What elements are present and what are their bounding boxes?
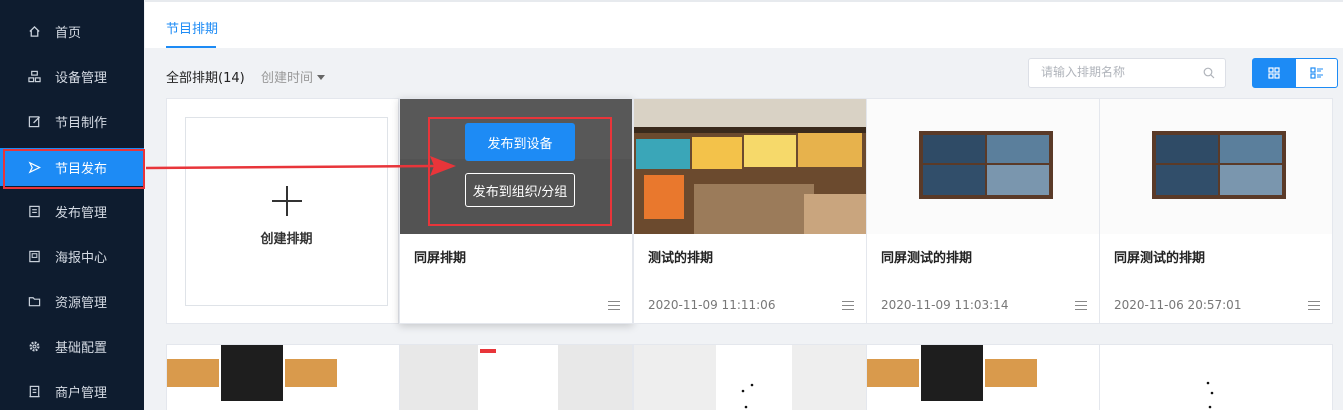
sidebar-item-label: 首页 xyxy=(55,25,82,41)
publish-to-group-button[interactable]: 发布到组织/分组 xyxy=(465,173,575,207)
create-schedule-box[interactable]: 创建排期 xyxy=(185,117,388,306)
schedule-thumbnail xyxy=(1100,99,1332,234)
sidebar-item-label: 设备管理 xyxy=(55,70,108,86)
schedule-card[interactable]: 测试的排期 2020-11-09 11:11:06 xyxy=(633,98,867,324)
gear-icon xyxy=(27,339,41,353)
sidebar-item-label: 资源管理 xyxy=(55,295,108,311)
schedule-title: 测试的排期 xyxy=(648,251,714,266)
tab-program-schedule[interactable]: 节目排期 xyxy=(166,18,218,37)
sidebar-item-publish-manage[interactable]: 发布管理 xyxy=(0,192,144,230)
schedule-date: 2020-11-06 20:57:01 xyxy=(1114,298,1242,312)
schedule-title: 同屏排期 xyxy=(414,251,467,266)
schedule-card[interactable]: 发布到设备 发布到组织/分组 同屏排期 xyxy=(399,98,633,324)
sidebar-item-home[interactable]: 首页 xyxy=(0,12,144,50)
schedule-card[interactable] xyxy=(1099,344,1333,410)
sidebar-item-resources[interactable]: 资源管理 xyxy=(0,282,144,320)
schedule-card[interactable] xyxy=(399,344,633,410)
sort-dropdown[interactable]: 创建时间 xyxy=(261,67,326,86)
caret-down-icon xyxy=(317,75,326,80)
grid-icon xyxy=(1267,67,1280,79)
folder-icon xyxy=(27,294,41,308)
merchant-icon xyxy=(27,384,41,398)
schedule-card[interactable] xyxy=(866,344,1100,410)
menu-icon[interactable] xyxy=(608,301,620,311)
sidebar-item-program-make[interactable]: 节目制作 xyxy=(0,102,144,140)
schedule-thumbnail xyxy=(867,99,1099,234)
create-schedule-label: 创建排期 xyxy=(260,232,313,247)
poster-icon xyxy=(27,249,41,263)
create-schedule-card[interactable]: 创建排期 xyxy=(166,98,399,324)
schedule-card[interactable] xyxy=(166,344,400,410)
home-icon xyxy=(27,24,41,38)
search-icon[interactable] xyxy=(1203,67,1215,79)
main-content: 节目排期 全部排期(14) 创建时间 创建排期 发布到设备 发布到组织/分组 同… xyxy=(145,0,1343,410)
publish-to-device-button[interactable]: 发布到设备 xyxy=(465,123,575,161)
schedule-thumbnail xyxy=(634,99,866,234)
sort-label: 创建时间 xyxy=(261,71,314,86)
search-input[interactable] xyxy=(1041,65,1201,79)
sidebar-item-basic-config[interactable]: 基础配置 xyxy=(0,327,144,365)
schedule-title: 同屏测试的排期 xyxy=(881,251,973,266)
sidebar-item-label: 海报中心 xyxy=(55,250,108,266)
list-icon xyxy=(27,204,41,218)
sidebar-item-label: 商户管理 xyxy=(55,385,108,401)
publish-overlay: 发布到设备 发布到组织/分组 xyxy=(400,99,632,234)
sidebar-item-devices[interactable]: 设备管理 xyxy=(0,57,144,95)
schedule-card[interactable]: 同屏测试的排期 2020-11-06 20:57:01 xyxy=(1099,98,1333,324)
sidebar: 首页 设备管理 节目制作 节目发布 发布管理 海报中心 资源管理 基础配置 商户… xyxy=(0,0,145,410)
menu-icon[interactable] xyxy=(1075,301,1087,311)
plus-icon xyxy=(271,186,302,216)
schedule-date: 2020-11-09 11:03:14 xyxy=(881,298,1009,312)
menu-icon[interactable] xyxy=(1308,301,1320,311)
filter-all-schedules[interactable]: 全部排期(14) xyxy=(166,67,245,86)
list-view-button[interactable] xyxy=(1295,58,1338,88)
schedule-card[interactable] xyxy=(633,344,867,410)
sidebar-item-program-publish[interactable]: 节目发布 xyxy=(0,148,145,189)
sidebar-item-label: 发布管理 xyxy=(55,205,108,221)
list-view-icon xyxy=(1309,67,1323,79)
search-box xyxy=(1028,58,1226,88)
schedule-card[interactable]: 同屏测试的排期 2020-11-09 11:03:14 xyxy=(866,98,1100,324)
grid-view-button[interactable] xyxy=(1252,58,1295,88)
edit-icon xyxy=(27,114,41,128)
sidebar-item-label: 节目发布 xyxy=(55,161,108,177)
sidebar-item-merchants[interactable]: 商户管理 xyxy=(0,372,144,410)
menu-icon[interactable] xyxy=(842,301,854,311)
sidebar-item-poster-center[interactable]: 海报中心 xyxy=(0,237,144,275)
tab-bar: 节目排期 xyxy=(145,0,1343,48)
sidebar-item-label: 基础配置 xyxy=(55,340,108,356)
schedule-date: 2020-11-09 11:11:06 xyxy=(648,298,776,312)
tab-active-indicator xyxy=(166,46,216,48)
device-icon xyxy=(27,69,41,83)
send-icon xyxy=(27,160,41,174)
schedule-title: 同屏测试的排期 xyxy=(1114,251,1206,266)
sidebar-item-label: 节目制作 xyxy=(55,115,108,131)
